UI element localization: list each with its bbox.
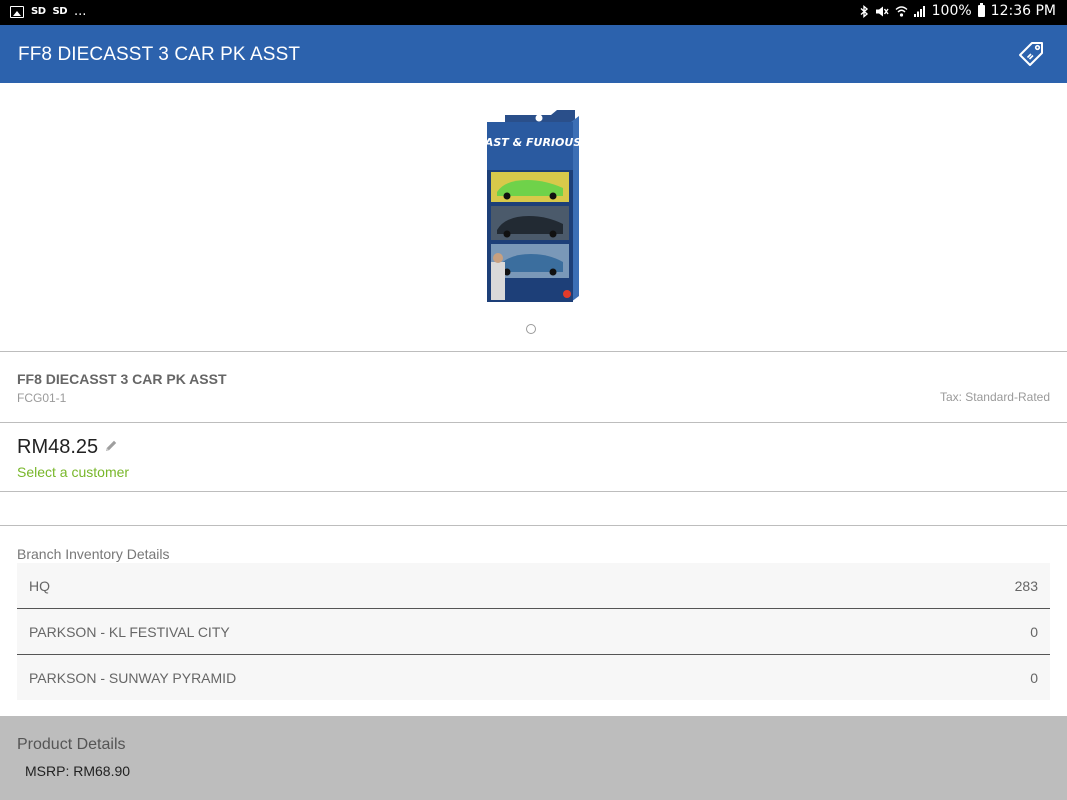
edit-price-icon[interactable]: [104, 439, 118, 453]
branch-quantity: 0: [1030, 624, 1038, 640]
page-title: FF8 DIECASST 3 CAR PK ASST: [18, 44, 301, 65]
image-icon: [10, 6, 24, 18]
product-price: RM48.25: [17, 436, 99, 458]
bluetooth-icon: [860, 4, 868, 18]
sd-card-icon: SD: [52, 6, 68, 17]
box-brand-text: FAST & FURIOUS: [483, 136, 581, 149]
divider: [0, 491, 1067, 492]
product-image: FAST & FURIOUS: [483, 110, 581, 302]
battery-icon: [977, 3, 985, 17]
battery-percent: 100%: [931, 3, 972, 19]
wifi-icon: [895, 5, 908, 17]
inventory-table: HQ 283 PARKSON - KL FESTIVAL CITY 0 PARK…: [17, 563, 1050, 700]
carousel-page-indicator[interactable]: [526, 324, 536, 334]
table-row[interactable]: PARKSON - KL FESTIVAL CITY 0: [17, 609, 1050, 655]
branch-quantity: 0: [1030, 670, 1038, 686]
branch-name: HQ: [29, 578, 50, 594]
branch-name: PARKSON - SUNWAY PYRAMID: [29, 670, 237, 686]
product-details-title: Product Details: [17, 736, 126, 753]
inventory-section-label: Branch Inventory Details: [17, 546, 170, 562]
branch-quantity: 283: [1014, 578, 1038, 594]
product-sku: FCG01-1: [17, 391, 67, 405]
branch-name: PARKSON - KL FESTIVAL CITY: [29, 624, 230, 640]
signal-icon: [913, 6, 925, 17]
mute-icon: [875, 6, 889, 16]
divider: [0, 525, 1067, 526]
more-dots-icon: ...: [74, 4, 87, 19]
select-customer-link[interactable]: Select a customer: [17, 464, 129, 480]
product-image-carousel[interactable]: FAST & FURIOUS: [0, 83, 1067, 351]
app-bar: FF8 DIECASST 3 CAR PK ASST: [0, 25, 1067, 83]
price-tag-button[interactable]: [1017, 40, 1045, 68]
table-row[interactable]: PARKSON - SUNWAY PYRAMID 0: [17, 655, 1050, 700]
price-section: RM48.25 Select a customer: [0, 423, 1067, 491]
sd-card-icon: SD: [31, 6, 46, 17]
tax-label: Tax: Standard-Rated: [939, 390, 1050, 404]
status-bar: SD SD ... 100% 12:36 PM: [0, 0, 1067, 25]
status-bar-system: 100% 12:36 PM: [860, 3, 1056, 19]
status-bar-notifications: SD SD ...: [10, 4, 86, 20]
product-header: FF8 DIECASST 3 CAR PK ASST FCG01-1 Tax: …: [0, 352, 1067, 422]
msrp-value: MSRP: RM68.90: [25, 763, 131, 779]
price-tag-icon: [1019, 42, 1043, 66]
table-row[interactable]: HQ 283: [17, 563, 1050, 609]
product-name: FF8 DIECASST 3 CAR PK ASST: [17, 371, 227, 387]
clock: 12:36 PM: [990, 3, 1056, 19]
product-details-panel: Product Details MSRP: RM68.90: [0, 716, 1067, 800]
